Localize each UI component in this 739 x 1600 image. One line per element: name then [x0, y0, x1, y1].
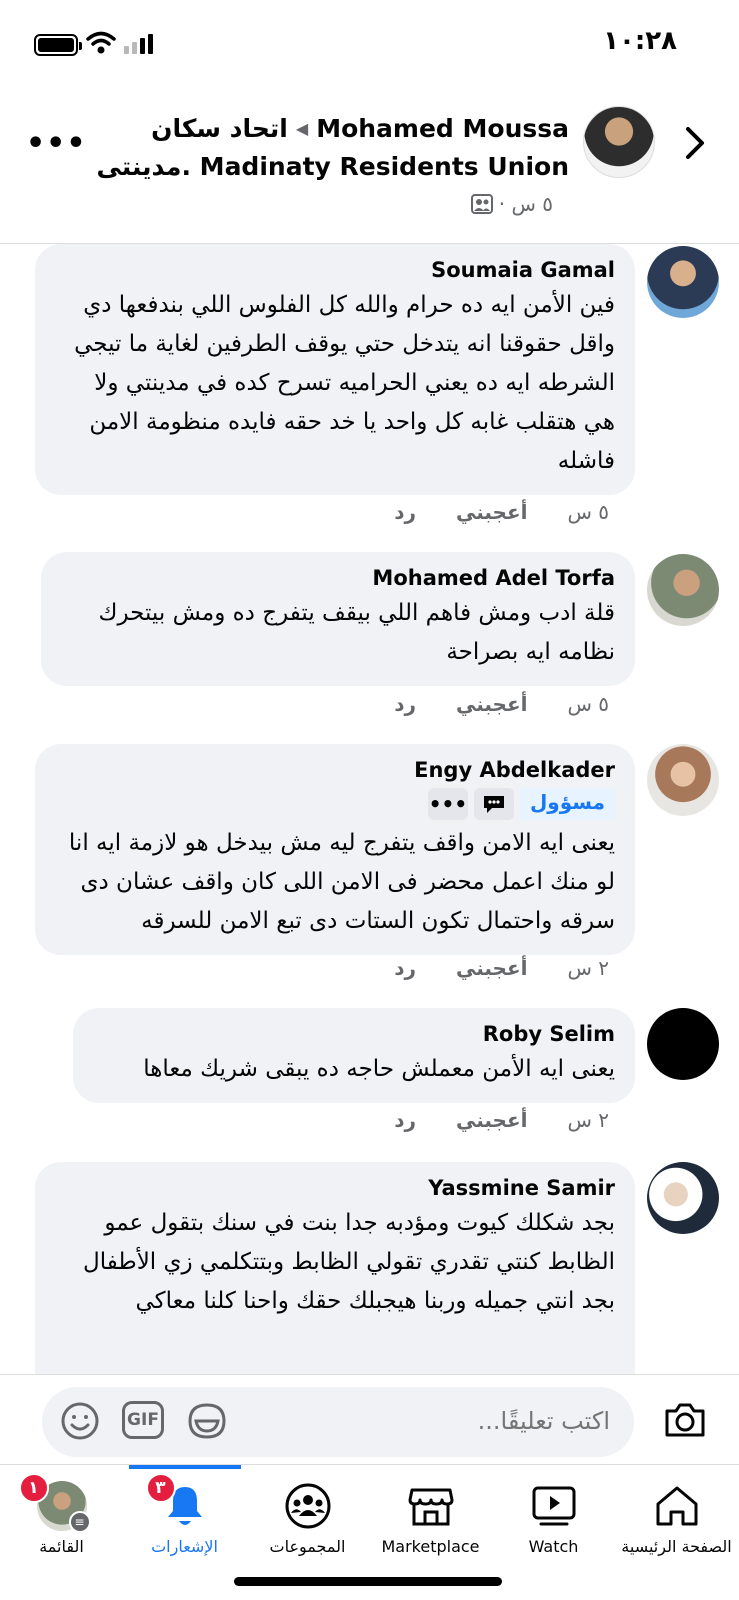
watch-icon: [532, 1486, 575, 1526]
comment-text: بجد شكلك كيوت ومؤدبه جدا بنت في سنك بتقو…: [83, 1210, 615, 1314]
tab-notifications[interactable]: ٣ الإشعارات: [123, 1465, 246, 1575]
status-bar: ١٠:٢٨: [0, 0, 739, 88]
commenter-avatar[interactable]: [647, 554, 719, 626]
comment-actions: ٥ س أعجبني رد: [394, 692, 609, 716]
comment-bubble[interactable]: Yassmine Samir بجد شكلك كيوت ومؤدبه جدا …: [35, 1162, 635, 1374]
tab-watch[interactable]: Watch: [492, 1465, 615, 1575]
reply-button[interactable]: رد: [394, 1108, 416, 1132]
comment-composer-bar: GIF: [0, 1374, 739, 1464]
more-icon[interactable]: •••: [427, 788, 468, 820]
comment-bubble[interactable]: Mohamed Adel Torfa قلة ادب ومش فاهم اللي…: [41, 552, 635, 686]
battery-icon: [34, 34, 82, 56]
like-button[interactable]: أعجبني: [456, 1108, 528, 1132]
comment-time: ٥ س: [567, 500, 609, 524]
comments-list: Soumaia Gamal فين الأمن ايه ده حرام والل…: [0, 244, 739, 1374]
tab-menu[interactable]: ≡ ١ القائمة: [0, 1465, 123, 1575]
comment-time: ٥ س: [567, 692, 609, 716]
composer-icons: GIF: [60, 1401, 228, 1441]
comment-actions: ٥ س أعجبني رد: [394, 500, 609, 524]
reply-button[interactable]: رد: [394, 692, 416, 716]
reply-button[interactable]: رد: [394, 956, 416, 980]
commenter-name[interactable]: Soumaia Gamal: [57, 258, 615, 282]
comment-bubble[interactable]: Soumaia Gamal فين الأمن ايه ده حرام والل…: [35, 244, 635, 495]
wifi-icon: [86, 31, 116, 54]
commenter-avatar[interactable]: [647, 1162, 719, 1234]
comment-actions: ٢ س أعجبني رد: [394, 1108, 609, 1132]
tab-marketplace[interactable]: Marketplace: [369, 1465, 492, 1575]
tab-groups[interactable]: المجموعات: [246, 1465, 369, 1575]
commenter-badges: مسؤول •••: [57, 788, 615, 820]
cellular-signal-icon: [124, 34, 153, 54]
menu-count-badge: ١: [18, 1473, 49, 1503]
commenter-name[interactable]: Mohamed Adel Torfa: [63, 566, 615, 590]
gif-button[interactable]: GIF: [122, 1401, 164, 1439]
like-button[interactable]: أعجبني: [456, 500, 528, 524]
tab-label: القائمة: [39, 1537, 84, 1556]
sticker-icon[interactable]: [186, 1401, 228, 1441]
marketplace-icon: [408, 1488, 453, 1526]
commenter-name[interactable]: Roby Selim: [95, 1022, 615, 1046]
tab-label: Watch: [528, 1537, 579, 1556]
comment-time: ٢ س: [567, 956, 609, 980]
comment-bubble[interactable]: Engy Abdelkader مسؤول ••• يعنى ايه الامن…: [35, 744, 635, 955]
comment-bubble[interactable]: Roby Selim يعنى ايه الأمن معملش حاجه ده …: [73, 1008, 635, 1103]
groups-icon: [285, 1483, 330, 1529]
commenter-avatar[interactable]: [647, 246, 719, 318]
home-icon: [656, 1486, 697, 1526]
author-avatar[interactable]: [583, 106, 655, 178]
chevron-right-icon[interactable]: [685, 126, 705, 160]
group-name[interactable]: اتحاد سكان: [151, 114, 288, 143]
more-options-icon[interactable]: •••: [26, 126, 87, 161]
post-author[interactable]: Mohamed Moussa: [316, 114, 569, 143]
menu-lines-icon: ≡: [68, 1511, 91, 1533]
comment-input-box[interactable]: GIF: [42, 1387, 634, 1457]
camera-icon[interactable]: [663, 1399, 707, 1439]
commenter-name[interactable]: Engy Abdelkader: [57, 758, 615, 782]
commenter-avatar[interactable]: [647, 744, 719, 816]
emoji-icon[interactable]: [60, 1401, 100, 1441]
comment-time: ٢ س: [567, 1108, 609, 1132]
comment-text: يعنى ايه الامن واقف يتفرج ليه مش بيدخل ه…: [68, 830, 615, 934]
group-name-continued[interactable]: مدينتى. Madinaty Residents Union: [96, 152, 569, 181]
bottom-tab-bar: ≡ ١ القائمة ٣ الإشعارات المجموعات Market…: [0, 1464, 739, 1600]
comment-text: قلة ادب ومش فاهم اللي بيقف يتفرج ده ومش …: [98, 600, 615, 665]
comment-text: فين الأمن ايه ده حرام والله كل الفلوس ال…: [74, 292, 615, 474]
arrow-icon: ◀: [295, 119, 309, 138]
tab-label: المجموعات: [269, 1537, 346, 1556]
commenter-avatar[interactable]: [647, 1008, 719, 1080]
tab-label: Marketplace: [381, 1537, 480, 1556]
post-title-line: Mohamed Moussa ◀ اتحاد سكان: [151, 114, 569, 143]
home-indicator: [234, 1577, 502, 1586]
group-audience-icon: [470, 194, 493, 214]
chat-bubble-icon: [473, 788, 514, 820]
comment-input[interactable]: [350, 1407, 610, 1435]
status-time: ١٠:٢٨: [603, 26, 677, 56]
reply-button[interactable]: رد: [394, 500, 416, 524]
post-header: ••• Mohamed Moussa ◀ اتحاد سكان مدينتى. …: [0, 96, 739, 244]
admin-badge: مسؤول: [519, 788, 615, 820]
tab-label: الإشعارات: [151, 1537, 218, 1556]
post-meta: ٥ س ·: [470, 192, 553, 216]
post-time: ٥ س ·: [498, 192, 553, 216]
like-button[interactable]: أعجبني: [456, 692, 528, 716]
tab-home[interactable]: الصفحة الرئيسية: [615, 1465, 738, 1575]
tab-label: الصفحة الرئيسية: [621, 1537, 732, 1556]
notifications-count-badge: ٣: [145, 1473, 176, 1503]
comment-text: يعنى ايه الأمن معملش حاجه ده يبقى شريك م…: [143, 1056, 615, 1082]
commenter-name[interactable]: Yassmine Samir: [57, 1176, 615, 1200]
comment-actions: ٢ س أعجبني رد: [394, 956, 609, 980]
like-button[interactable]: أعجبني: [456, 956, 528, 980]
